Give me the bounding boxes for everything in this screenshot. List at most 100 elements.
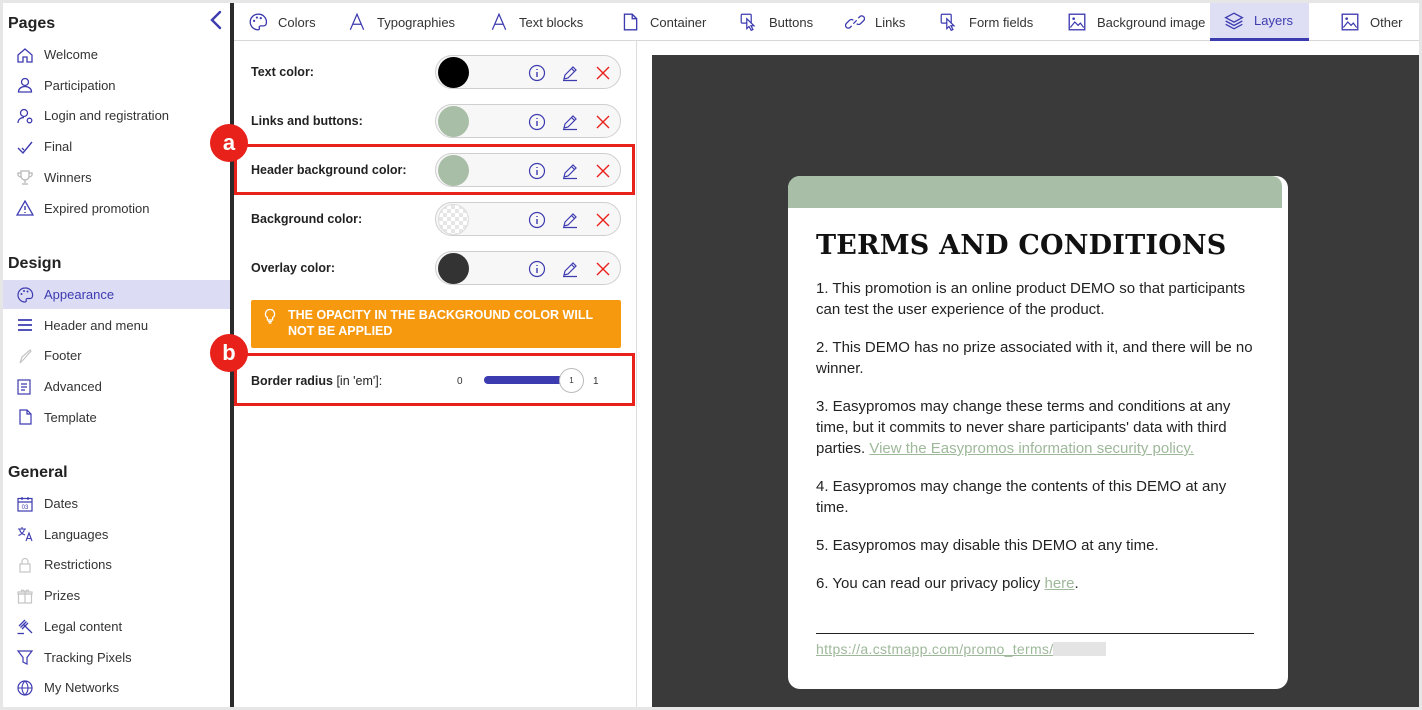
sidebar-item-footer[interactable]: Footer [3,341,230,370]
sidebar-item-header-and-menu[interactable]: Header and menu [3,311,230,340]
color-swatch[interactable] [438,57,469,88]
sidebar-item-tracking-pixels[interactable]: Tracking Pixels [3,643,230,672]
terms-item: 5. Easypromos may disable this DEMO at a… [816,535,1262,556]
highlight-box-b [234,353,635,406]
terms-item-text: 2. This DEMO has no prize associated wit… [816,339,1253,377]
tab-buttons[interactable]: Buttons [739,3,813,41]
info-button[interactable] [527,210,547,230]
user-icon [17,78,33,93]
calendar-icon: 03 [17,496,33,512]
link-icon [845,15,865,29]
close-button[interactable] [593,63,613,83]
tab-container[interactable]: Container [620,3,706,41]
sidebar-item-my-networks[interactable]: My Networks [3,673,230,702]
terms-url-text: https://a.cstmapp.com/promo_terms/ [816,641,1054,657]
pointer-icon [740,13,756,32]
sidebar-item-legal-content[interactable]: Legal content [3,612,230,641]
image-icon [1068,13,1086,31]
sidebar-item-appearance[interactable]: Appearance [3,280,230,309]
sidebar-item-participation[interactable]: Participation [3,71,230,100]
terms-link[interactable]: here [1044,575,1074,592]
color-swatch[interactable] [438,253,469,284]
tab-other[interactable]: Other [1340,3,1403,41]
edit-icon [563,262,577,278]
sidebar-item-label: Legal content [44,618,123,634]
color-swatch[interactable] [438,204,469,235]
lock-icon [15,555,35,575]
file-icon [15,407,35,427]
close-icon [596,115,610,129]
tab-links[interactable]: Links [845,3,905,41]
close-button[interactable] [593,259,613,279]
tab-label: Typographies [377,14,456,30]
sidebar-item-restrictions[interactable]: Restrictions [3,550,230,579]
sidebar-item-prizes[interactable]: Prizes [3,581,230,610]
opacity-warning: THE OPACITY IN THE BACKGROUND COLOR WILL… [251,300,621,348]
terms-item: 6. You can read our privacy policy here. [816,573,1262,594]
gavel-icon [17,619,33,635]
lightbulb-icon [264,308,276,324]
color-row-label: Links and buttons: [251,114,363,128]
terms-link[interactable]: View the Easypromos information security… [869,440,1194,457]
sidebar-item-expired-promotion[interactable]: Expired promotion [3,194,230,223]
terms-item-text: 4. Easypromos may change the contents of… [816,478,1227,516]
sidebar-item-label: Languages [44,526,109,542]
sidebar-item-final[interactable]: Final [3,132,230,161]
redacted-block [1053,642,1107,656]
color-row-label: Overlay color: [251,261,336,275]
terms-item: 4. Easypromos may change the contents of… [816,476,1262,518]
collapse-sidebar-button[interactable] [207,9,225,31]
sidebar-item-welcome[interactable]: Welcome [3,40,230,69]
sidebar-item-template[interactable]: Template [3,403,230,432]
tab-text-blocks[interactable]: Text blocks [489,3,583,41]
general-section-title: General [8,464,68,481]
sidebar-item-languages[interactable]: Languages [3,520,230,549]
tab-label: Container [650,14,707,30]
sidebar-item-label: Final [44,139,73,155]
color-picker-control [435,202,621,236]
translate-icon [18,527,33,542]
tab-layers[interactable]: Layers [1210,3,1310,41]
edit-button[interactable] [560,63,580,83]
layers-settings-panel: Text color: Links and buttons: Header back… [210,41,637,707]
sidebar-item-label: Restrictions [44,557,112,573]
sidebar: Pages Welcome Participation Login and regi… [3,3,230,707]
sidebar-item-label: Template [44,409,97,425]
menu-icon [15,315,35,335]
check-icon [17,141,33,154]
sidebar-item-dates[interactable]: 03 Dates [3,489,230,518]
info-button[interactable] [527,259,547,279]
info-button[interactable] [527,63,547,83]
tab-label: Form fields [969,14,1034,30]
filter-icon [15,647,35,667]
tab-colors[interactable]: Colors [248,3,316,41]
chevron-left-icon [210,10,222,30]
globe-icon [15,678,35,698]
sidebar-item-label: Footer [44,348,82,364]
close-button[interactable] [593,210,613,230]
info-button[interactable] [527,112,547,132]
tab-label: Links [875,14,906,30]
tab-label: Layers [1254,13,1294,28]
tab-typographies[interactable]: Typographies [347,3,455,41]
sidebar-item-login-and-registration[interactable]: Login and registration [3,101,230,130]
edit-button[interactable] [560,210,580,230]
terms-item-text: 1. This promotion is an online product D… [816,280,1246,318]
layers-icon [1224,11,1244,30]
edit-button[interactable] [560,259,580,279]
sidebar-item-advanced[interactable]: Advanced [3,372,230,401]
pages-section-title: Pages [8,15,56,32]
tab-form-fields[interactable]: Form fields [939,3,1033,41]
sidebar-item-winners[interactable]: Winners [3,163,230,192]
tab-background-image[interactable]: Background image [1067,3,1205,41]
footer-icon [15,346,35,366]
sidebar-item-label: Advanced [44,379,102,395]
terms-url-link[interactable]: https://a.cstmapp.com/promo_terms/ [816,641,1107,657]
menu-icon [18,319,32,332]
color-swatch[interactable] [438,106,469,137]
file-icon [19,409,32,425]
sidebar-item-label: Appearance [44,287,115,302]
close-button[interactable] [593,112,613,132]
edit-button[interactable] [560,112,580,132]
gift-icon [15,586,35,606]
